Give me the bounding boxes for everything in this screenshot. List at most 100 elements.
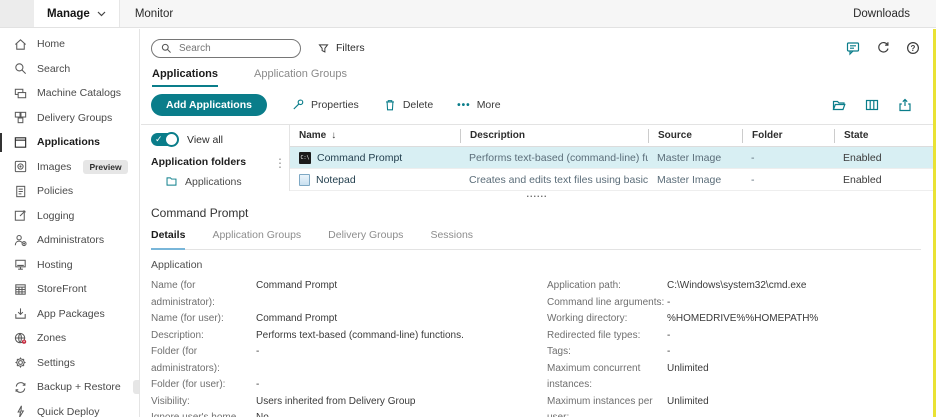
application-folders-title: Application folders [151, 156, 289, 168]
help-icon[interactable]: ? [905, 40, 921, 56]
preview-badge: Preview [83, 160, 127, 174]
search-icon [160, 42, 173, 55]
detail-row: Application path:C:\Windows\system32\cmd… [547, 278, 921, 295]
main-content: Filters ? Applications Application Group… [141, 29, 933, 417]
sidebar-item-applications[interactable]: Applications [0, 130, 139, 155]
search-icon [13, 61, 28, 76]
sidebar-item-administrators[interactable]: Administrators [0, 228, 139, 253]
detail-tabs: Details Application Groups Delivery Grou… [151, 229, 921, 250]
sidebar-item-logging[interactable]: Logging [0, 204, 139, 229]
settings-gear-icon [13, 355, 28, 370]
wrench-icon [291, 98, 305, 112]
storefront-icon [13, 282, 28, 297]
panel-splitter-handle[interactable]: ...... [141, 191, 933, 201]
monitor-tab[interactable]: Monitor [120, 8, 188, 20]
detail-panel: Command Prompt Details Application Group… [141, 201, 933, 417]
quick-deploy-icon [13, 404, 28, 417]
column-header-folder[interactable]: Folder [742, 129, 834, 143]
more-button[interactable]: ••• More [457, 99, 500, 111]
sidebar-item-app-packages[interactable]: App Packages [0, 302, 139, 327]
tab-application-groups[interactable]: Application Groups [254, 68, 347, 87]
sidebar: Home Search Machine Catalogs Delivery Gr… [0, 29, 140, 417]
sidebar-item-settings[interactable]: Settings [0, 351, 139, 376]
delete-button[interactable]: Delete [383, 98, 433, 112]
zones-icon [13, 331, 28, 346]
table-row-notepad[interactable]: Notepad Creates and edits text files usi… [290, 169, 933, 191]
folder-panel: ✓ View all Application folders Applicati… [141, 125, 289, 191]
search-box[interactable] [151, 39, 301, 58]
columns-icon[interactable] [864, 97, 880, 113]
folder-view-icon[interactable] [831, 97, 847, 113]
detail-row: Tags:- [547, 344, 921, 361]
sidebar-item-home[interactable]: Home [0, 32, 139, 57]
detail-row: Visibility:Users inherited from Delivery… [151, 394, 547, 411]
folder-tree-item-applications[interactable]: Applications [165, 175, 289, 188]
sidebar-item-zones[interactable]: Zones [0, 326, 139, 351]
detail-tab-delivery-groups[interactable]: Delivery Groups [328, 229, 403, 249]
state-value: Enabled [834, 151, 933, 165]
detail-row: Folder (for administrators):- [151, 344, 547, 377]
sidebar-item-search[interactable]: Search [0, 57, 139, 82]
sidebar-item-images[interactable]: Images Preview [0, 155, 139, 180]
machine-catalogs-icon [13, 86, 28, 101]
detail-row: Name (for user):Command Prompt [151, 311, 547, 328]
preview-badge: Preview [133, 380, 140, 394]
backup-restore-icon [13, 380, 28, 395]
application-section-title: Application [151, 259, 921, 271]
delivery-groups-icon [13, 110, 28, 125]
export-icon[interactable] [897, 97, 913, 113]
svg-text:?: ? [911, 44, 916, 53]
app-packages-icon [13, 306, 28, 321]
filters-button[interactable]: Filters [317, 42, 365, 55]
sidebar-item-storefront[interactable]: StoreFront [0, 277, 139, 302]
applications-table: Name ↓ Description Source Folder State C… [289, 125, 933, 191]
downloads-link[interactable]: Downloads [853, 8, 936, 20]
chevron-down-icon [97, 11, 106, 17]
trash-icon [383, 98, 397, 112]
notepad-app-icon [299, 174, 310, 186]
add-applications-button[interactable]: Add Applications [151, 94, 267, 116]
feedback-icon[interactable] [845, 40, 861, 56]
detail-row: Working directory:%HOMEDRIVE%%HOMEPATH% [547, 311, 921, 328]
hosting-icon [13, 257, 28, 272]
detail-row: Description:Performs text-based (command… [151, 328, 547, 345]
sidebar-item-backup-restore[interactable]: Backup + Restore Preview [0, 375, 139, 400]
column-header-state[interactable]: State [834, 129, 933, 143]
sidebar-item-policies[interactable]: Policies [0, 179, 139, 204]
administrators-icon [13, 233, 28, 248]
splitter-dots-icon: ...... [526, 191, 547, 198]
state-value: Enabled [834, 173, 933, 187]
column-header-description[interactable]: Description [460, 129, 648, 143]
view-all-toggle[interactable]: ✓ View all [151, 133, 289, 146]
detail-row: Ignore user's home zone:No [151, 410, 547, 417]
search-input[interactable] [179, 43, 292, 54]
properties-button[interactable]: Properties [291, 98, 359, 112]
detail-row: Maximum concurrent instances:Unlimited [547, 361, 921, 394]
panel-resize-handle[interactable]: ⋮ [274, 157, 286, 169]
home-icon [13, 37, 28, 52]
search-row: Filters ? [141, 29, 933, 59]
sidebar-item-hosting[interactable]: Hosting [0, 253, 139, 278]
folder-icon [165, 175, 178, 188]
table-row-command-prompt[interactable]: C:\ Command Prompt Performs text-based (… [290, 147, 933, 169]
table-actions [831, 97, 921, 113]
detail-tab-details[interactable]: Details [151, 229, 185, 250]
sidebar-item-machine-catalogs[interactable]: Machine Catalogs [0, 81, 139, 106]
column-header-name[interactable]: Name ↓ [290, 129, 460, 143]
view-tabs: Applications Application Groups [141, 59, 933, 87]
detail-tab-application-groups[interactable]: Application Groups [212, 229, 301, 249]
sidebar-item-quick-deploy[interactable]: Quick Deploy [0, 400, 139, 417]
detail-grid: Name (for administrator):Command Prompt … [151, 278, 921, 417]
command-prompt-app-icon: C:\ [299, 152, 311, 164]
applications-icon [13, 135, 28, 150]
header-actions: ? [845, 40, 925, 56]
images-icon [13, 159, 28, 174]
sidebar-item-delivery-groups[interactable]: Delivery Groups [0, 106, 139, 131]
column-header-source[interactable]: Source [648, 129, 742, 143]
detail-row: Maximum instances per user:Unlimited [547, 394, 921, 417]
manage-menu[interactable]: Manage [34, 0, 120, 27]
logging-icon [13, 208, 28, 223]
tab-applications[interactable]: Applications [152, 68, 218, 87]
detail-tab-sessions[interactable]: Sessions [430, 229, 473, 249]
refresh-icon[interactable] [875, 40, 891, 56]
